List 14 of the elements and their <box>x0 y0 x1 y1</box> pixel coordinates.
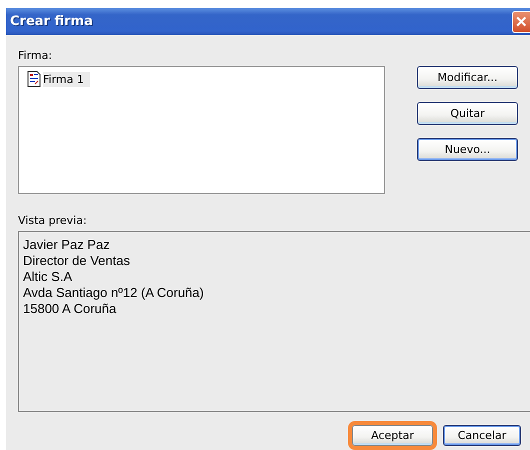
dialog-button[interactable]: Nuevo... <box>417 138 518 161</box>
field-label: Firma: <box>18 49 54 62</box>
dialog-button[interactable]: Cancelar <box>443 425 521 446</box>
window-title: Crear firma <box>10 14 93 29</box>
preview-line: Avda Santiago nº12 (A Coruña) <box>23 285 205 301</box>
preview-line: Director de Ventas <box>23 253 131 269</box>
list-item[interactable]: Firma 1 <box>43 72 90 86</box>
preview-line: 15800 A Coruña <box>23 301 118 317</box>
document-icon <box>27 71 41 87</box>
preview-line: Javier Paz Paz <box>23 237 111 253</box>
preview-line: Altic S.A <box>23 269 74 285</box>
field-label: Vista previa: <box>18 214 88 227</box>
dialog-button[interactable]: Modificar... <box>417 66 518 89</box>
dialog-button[interactable]: Quitar <box>417 102 518 125</box>
